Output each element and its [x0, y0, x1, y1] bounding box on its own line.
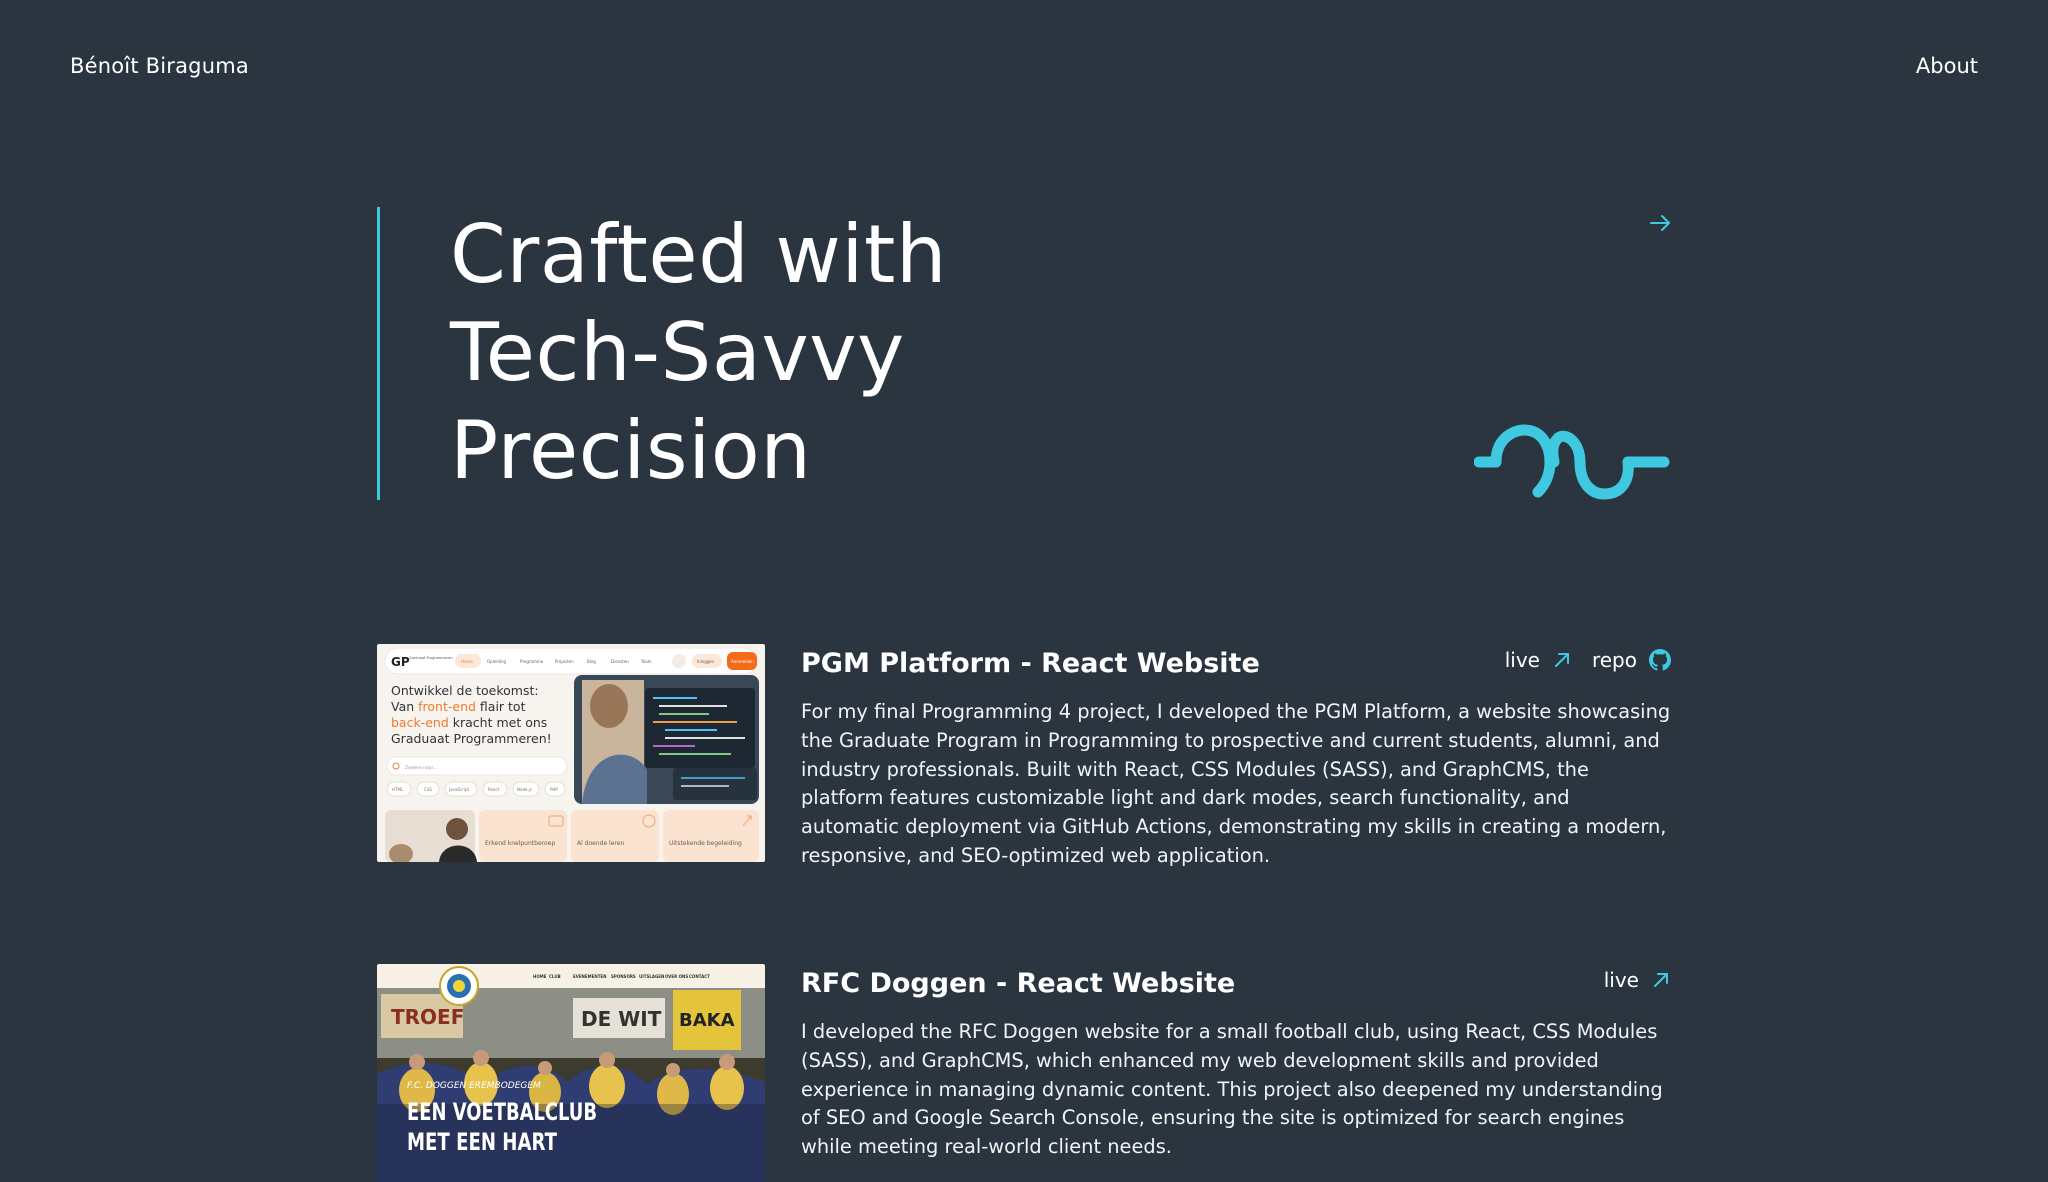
thumb-nav-item: EVENEMENTEN — [573, 974, 607, 979]
thumb-headline-2a: Van — [391, 699, 418, 714]
arrow-right-icon[interactable] — [1648, 211, 1672, 235]
thumb-kicker: F.C. DOGGEN EREMBODEGEM — [407, 1081, 541, 1091]
thumb-headline-2c: flair tot — [476, 699, 526, 714]
hero-title-line-3: Precision — [450, 404, 812, 497]
project-title: PGM Platform - React Website — [801, 648, 1260, 679]
hero-title-line-1: Crafted with — [450, 208, 948, 301]
repo-link[interactable]: repo — [1592, 648, 1671, 672]
thumb-headline-1: EEN VOETBALCLUB — [407, 1098, 597, 1126]
thumb-logo-sub: Graduaat Programmeren — [409, 656, 453, 660]
thumb-nav-login: Inloggen — [697, 659, 715, 664]
glasses-logo-icon — [1474, 424, 1670, 500]
thumb-headline-3a: back-end — [391, 715, 449, 730]
hero-accent-rule — [377, 207, 380, 500]
thumb-headline-4: Graduaat Programmeren! — [391, 731, 552, 746]
project-description: I developed the RFC Doggen website for a… — [801, 1020, 1663, 1159]
thumb-tag: Node.js — [517, 787, 532, 792]
live-link-label: live — [1504, 648, 1540, 672]
thumb-nav-item: CLUB — [549, 974, 561, 979]
thumb-tag: React — [488, 787, 500, 792]
repo-link-label: repo — [1591, 648, 1637, 672]
thumb-nav-item: Diensten — [611, 659, 629, 664]
thumb-nav-item: Blog — [587, 659, 596, 664]
thumb-headline-3b: kracht met ons — [449, 715, 548, 730]
thumb-nav-item: CONTACT — [689, 974, 710, 979]
nav-about-link[interactable]: About — [1916, 54, 1978, 78]
thumb-tag: CSS — [424, 787, 432, 792]
thumb-search: Zoeken naar... — [405, 765, 437, 771]
site-name-link[interactable]: Bénoît Biraguma — [70, 54, 249, 78]
thumb-nav-item: Opleiding — [487, 659, 507, 664]
live-link-label: live — [1603, 968, 1639, 992]
project-thumbnail-pgm[interactable]: GP Graduaat Programmeren Home Opleiding … — [377, 644, 765, 862]
thumb-nav-item: Programma — [520, 659, 544, 664]
thumb-nav-item: Projecten — [555, 659, 574, 664]
thumb-logo: GP — [391, 655, 410, 669]
thumb-card: Uitstekende begeleiding — [669, 840, 742, 847]
thumb-tag: JavaScript — [448, 787, 469, 792]
live-link[interactable]: live — [1604, 968, 1671, 992]
thumb-nav-item: UITSLAGEN — [639, 974, 664, 979]
thumb-headline-1: Ontwikkel de toekomst: — [391, 683, 539, 698]
live-link[interactable]: live — [1505, 648, 1572, 672]
project-title: RFC Doggen - React Website — [801, 968, 1236, 999]
thumb-tag: HTML — [392, 787, 404, 792]
thumb-nav-cta: Aanmelden — [731, 659, 754, 664]
thumb-nav-item: Home — [461, 659, 473, 664]
thumb-headline-2b: front-end — [418, 699, 476, 714]
github-icon — [1649, 649, 1671, 671]
thumb-card: Erkend knelpuntberoep — [485, 840, 555, 847]
thumb-card: Al doende leren — [577, 840, 624, 847]
project-links: live — [1584, 968, 1671, 992]
hero-title-line-2: Tech-Savvy — [450, 306, 905, 399]
thumb-nav-item: OVER ONS — [665, 974, 688, 979]
project-description: For my final Programming 4 project, I de… — [801, 700, 1671, 867]
hero-title: Crafted with Tech-Savvy Precision — [450, 206, 947, 500]
thumb-nav-item: Team — [640, 659, 652, 664]
arrow-up-right-icon — [1654, 973, 1668, 987]
project-thumbnail-rfc-doggen[interactable]: HOME CLUB EVENEMENTEN SPONSORS UITSLAGEN… — [377, 964, 765, 1182]
thumb-nav-item: SPONSORS — [611, 974, 636, 979]
thumb-banner: TROEF — [391, 1005, 464, 1029]
arrow-up-right-icon — [1554, 653, 1569, 667]
thumb-tag: PHP — [550, 787, 558, 792]
project-links: live repo — [1485, 648, 1671, 672]
thumb-nav-item: HOME — [533, 974, 547, 979]
svg-text:back-end kracht met ons: back-end kracht met ons — [391, 715, 547, 730]
thumb-headline-2: MET EEN HART — [407, 1128, 557, 1156]
thumb-banner: DE WIT — [581, 1007, 662, 1031]
thumb-banner: BAKA — [679, 1010, 735, 1031]
svg-text:Van front-end flair tot: Van front-end flair tot — [391, 699, 526, 714]
